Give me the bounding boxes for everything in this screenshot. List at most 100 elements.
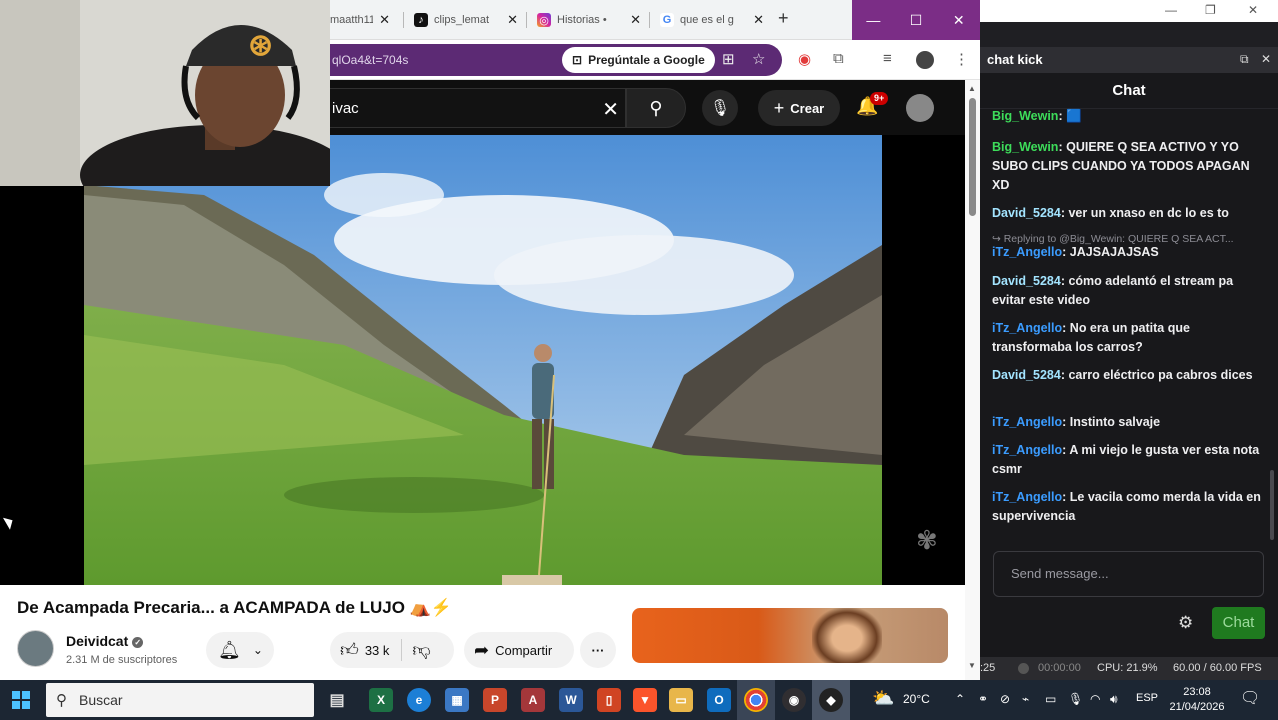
close-tab-icon[interactable]: ✕ xyxy=(624,12,641,28)
chrome-icon[interactable] xyxy=(744,688,768,712)
obs-icon[interactable]: ◉ xyxy=(782,688,806,712)
send-chat-button[interactable]: Chat xyxy=(1212,607,1265,639)
chat-username[interactable]: iTz_Angello xyxy=(992,443,1062,457)
dock-header: chat kick ⧉ ✕ xyxy=(980,47,1278,73)
media-control-icon[interactable]: ≡ xyxy=(883,50,892,67)
close-icon[interactable]: ✕ xyxy=(937,0,980,40)
record-extension-icon[interactable]: ◉ xyxy=(798,50,811,68)
chat-scrollbar[interactable] xyxy=(1270,470,1274,540)
edge-icon[interactable]: e xyxy=(407,688,431,712)
file-icon[interactable]: ▯ xyxy=(597,688,621,712)
chat-username[interactable]: iTz_Angello xyxy=(992,490,1062,504)
powerpoint-icon[interactable]: P xyxy=(483,688,507,712)
channel-avatar[interactable] xyxy=(17,630,54,667)
microphone-icon[interactable]: 🎙︎ xyxy=(1068,692,1083,706)
share-button[interactable]: ➦ Compartir xyxy=(464,632,574,668)
tab-1[interactable]: maatth11 ✕ xyxy=(330,7,390,33)
minimize-icon[interactable]: — xyxy=(1165,3,1177,17)
youtube-search-input[interactable]: ivac ✕ xyxy=(330,88,626,128)
tab-4[interactable]: G que es el g ✕ xyxy=(660,7,764,33)
close-tab-icon[interactable]: ✕ xyxy=(373,12,390,28)
outlook-icon[interactable]: O xyxy=(707,688,731,712)
fps-readout: 60.00 / 60.00 FPS xyxy=(1173,662,1262,674)
menu-kebab-icon[interactable]: ⋮ xyxy=(954,50,969,68)
scrollbar-thumb[interactable] xyxy=(969,98,976,216)
profile-avatar[interactable] xyxy=(916,51,934,69)
tab-separator xyxy=(526,12,527,28)
thumbs-down-icon[interactable]: 👎︎ xyxy=(412,639,430,661)
tray-app-icon[interactable]: ⚭ xyxy=(978,692,988,706)
chat-username[interactable]: David_5284 xyxy=(992,368,1061,382)
ask-google-button[interactable]: ⊡ Pregúntale a Google xyxy=(562,47,715,73)
battery-icon[interactable]: ▭ xyxy=(1045,692,1056,706)
channel-name-link[interactable]: Deividcat ✓ xyxy=(66,633,144,649)
chat-username[interactable]: Big_Wewin xyxy=(992,140,1058,154)
chat-message: David_5284: ver un xnaso en dc lo es to xyxy=(992,206,1229,220)
close-tab-icon[interactable]: ✕ xyxy=(747,12,764,28)
float-dock-icon[interactable]: ⧉ xyxy=(1240,52,1249,67)
thumbs-up-icon[interactable]: 👍︎ xyxy=(340,639,359,661)
share-arrow-icon: ➦ xyxy=(474,639,490,660)
tab-2[interactable]: ♪ clips_lemat ✕ xyxy=(414,7,518,33)
chat-username[interactable]: iTz_Angello xyxy=(992,415,1062,429)
close-icon[interactable]: ✕ xyxy=(1248,3,1258,17)
clear-search-icon[interactable]: ✕ xyxy=(602,97,619,122)
taskbar-search-box[interactable]: ⚲ Buscar xyxy=(46,683,314,717)
send-message-input[interactable]: Send message... xyxy=(993,551,1264,597)
store-icon[interactable]: ▦ xyxy=(445,688,469,712)
scroll-up-icon[interactable]: ▲ xyxy=(968,84,976,93)
volume-icon[interactable]: 🔊︎ xyxy=(1110,692,1118,707)
youtube-account-avatar[interactable] xyxy=(906,94,934,122)
create-label: Crear xyxy=(790,100,825,116)
more-actions-button[interactable]: ··· xyxy=(580,632,616,668)
bell-icon: 🔔︎ xyxy=(218,639,241,660)
close-dock-icon[interactable]: ✕ xyxy=(1261,52,1271,66)
sponsored-banner[interactable] xyxy=(632,608,948,663)
extensions-icon[interactable]: ⧉ xyxy=(833,50,844,67)
chat-message: iTz_Angello: No era un patita que transf… xyxy=(992,321,1190,354)
chat-text: 🟦 xyxy=(1062,109,1082,123)
minimize-icon[interactable]: — xyxy=(852,0,895,40)
notification-center-icon[interactable]: 🗨︎ xyxy=(1240,688,1260,708)
like-count[interactable]: 33 k xyxy=(365,643,390,658)
bookmark-star-icon[interactable]: ☆ xyxy=(752,50,765,68)
wifi-icon[interactable]: ◠ xyxy=(1090,692,1100,706)
excel-icon[interactable]: X xyxy=(369,688,393,712)
install-app-icon[interactable]: ⊞ xyxy=(722,50,735,68)
search-button[interactable]: ⚲ xyxy=(626,88,686,128)
word-icon[interactable]: W xyxy=(559,688,583,712)
task-view-icon[interactable]: ▤ xyxy=(325,688,349,712)
network-off-icon[interactable]: ⊘ xyxy=(1000,692,1010,706)
tab-3[interactable]: ◎ Historias • ✕ xyxy=(537,7,641,33)
chat-username[interactable]: Big_Wewin xyxy=(992,109,1058,123)
chat-settings-gear-icon[interactable]: ⚙ xyxy=(1178,613,1193,633)
new-tab-button[interactable]: + xyxy=(778,8,789,29)
close-tab-icon[interactable]: ✕ xyxy=(501,12,518,28)
brave-icon[interactable]: ▼ xyxy=(633,688,657,712)
tray-app-icon[interactable]: ⌁ xyxy=(1022,692,1029,706)
chat-username[interactable]: iTz_Angello xyxy=(992,321,1062,335)
restore-icon[interactable]: ❐ xyxy=(1205,3,1216,17)
voice-search-button[interactable]: 🎙 xyxy=(702,90,738,126)
windows-start-icon[interactable] xyxy=(12,691,30,709)
verified-check-icon: ✓ xyxy=(132,636,144,648)
tray-chevron-icon[interactable]: ⌃ xyxy=(955,692,965,706)
app-icon[interactable]: ◆ xyxy=(819,688,843,712)
chat-username[interactable]: David_5284 xyxy=(992,206,1061,220)
chat-username[interactable]: David_5284 xyxy=(992,274,1061,288)
chat-username[interactable]: iTz_Angello xyxy=(992,245,1062,259)
access-icon[interactable]: A xyxy=(521,688,545,712)
video-player[interactable]: ✾ xyxy=(0,135,965,585)
weather-icon[interactable]: ⛅ xyxy=(872,688,894,709)
create-button[interactable]: + Crear xyxy=(758,90,840,126)
system-clock[interactable]: 23:08 21/04/2026 xyxy=(1162,685,1232,715)
page-scrollbar[interactable]: ▲ ▼ xyxy=(965,80,980,680)
file-explorer-icon[interactable]: ▭ xyxy=(669,688,693,712)
subscribe-bell-button[interactable]: 🔔︎ ⌄ xyxy=(206,632,274,668)
weather-temp[interactable]: 20°C xyxy=(903,692,930,706)
channel-watermark-icon[interactable]: ✾ xyxy=(916,525,948,561)
chat-message: David_5284: cómo adelantó el stream pa e… xyxy=(992,274,1234,307)
language-indicator[interactable]: ESP xyxy=(1136,692,1158,704)
scroll-down-icon[interactable]: ▼ xyxy=(968,661,976,670)
maximize-icon[interactable]: ☐ xyxy=(895,0,938,40)
